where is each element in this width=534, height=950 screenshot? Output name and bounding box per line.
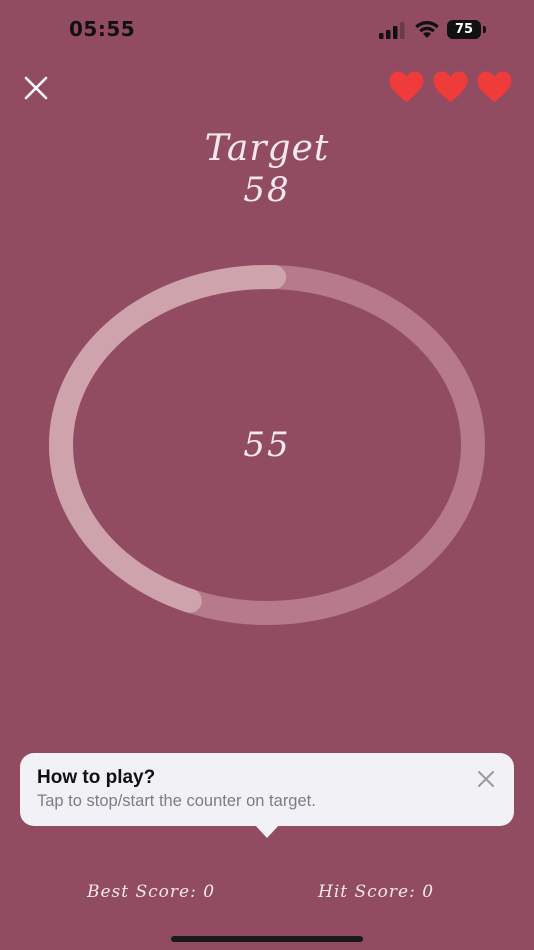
- tooltip-arrow: [254, 824, 280, 838]
- best-score-value: 0: [203, 882, 216, 902]
- cellular-signal-icon: [379, 22, 405, 39]
- counter-value[interactable]: 55: [0, 425, 534, 465]
- battery-cap: [483, 26, 486, 33]
- how-to-play-tooltip: How to play? Tap to stop/start the count…: [20, 753, 514, 826]
- status-time: 05:55: [69, 17, 136, 41]
- lives-hearts: [388, 70, 514, 106]
- battery-level: 75: [454, 22, 474, 37]
- heart-icon: [433, 71, 468, 102]
- hit-score: Hit Score: 0: [318, 882, 434, 902]
- best-score: Best Score: 0: [87, 882, 215, 902]
- battery-icon: 75: [447, 20, 481, 39]
- heart-icon: [477, 71, 512, 102]
- hit-score-label: Hit Score:: [318, 882, 423, 902]
- tooltip-title: How to play?: [37, 767, 156, 788]
- best-score-label: Best Score:: [87, 882, 204, 902]
- home-indicator[interactable]: [171, 936, 363, 942]
- target-value: 58: [243, 170, 291, 210]
- hit-score-value: 0: [422, 882, 435, 902]
- status-bar: 05:55 75: [0, 0, 534, 60]
- target-label: Target: [204, 128, 330, 169]
- tooltip-body: Tap to stop/start the counter on target.: [37, 792, 316, 810]
- heart-icon: [389, 71, 424, 102]
- tooltip-close-button[interactable]: [474, 767, 498, 791]
- close-game-button[interactable]: [16, 70, 56, 106]
- wifi-icon: [415, 21, 439, 38]
